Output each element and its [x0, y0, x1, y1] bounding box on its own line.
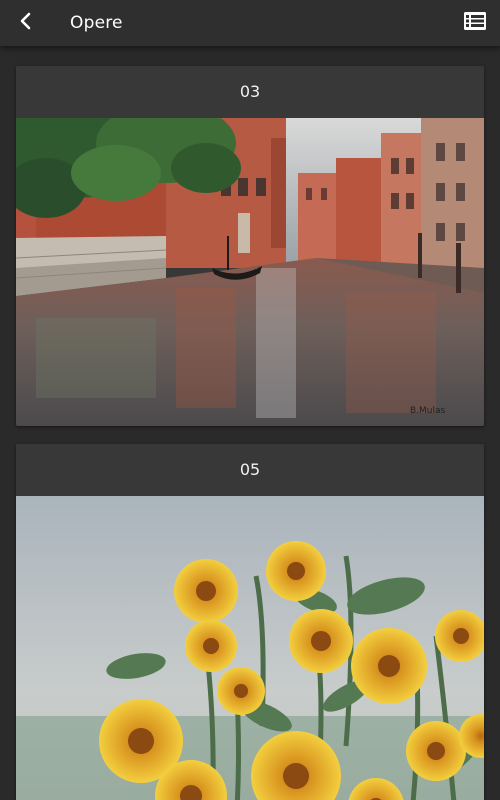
artwork-label: 03 — [239, 82, 261, 101]
artwork-card[interactable]: 05 — [16, 444, 484, 800]
page-title: Opere — [70, 13, 123, 33]
list-view-button[interactable] — [458, 6, 492, 40]
app-screen: Opere 03 B.Mulas 05 — [0, 0, 500, 800]
artwork-image[interactable]: B.Mulas — [16, 118, 484, 426]
chevron-left-icon — [16, 11, 36, 35]
artwork-card[interactable]: 03 B.Mulas — [16, 66, 484, 426]
artwork-label: 05 — [239, 460, 261, 479]
back-button[interactable] — [8, 5, 44, 41]
top-app-bar: Opere — [0, 0, 500, 46]
artworks-list[interactable]: 03 B.Mulas 05 — [0, 46, 500, 800]
signature: B.Mulas — [410, 406, 446, 416]
list-view-icon — [463, 11, 487, 35]
artwork-image[interactable] — [16, 496, 484, 800]
